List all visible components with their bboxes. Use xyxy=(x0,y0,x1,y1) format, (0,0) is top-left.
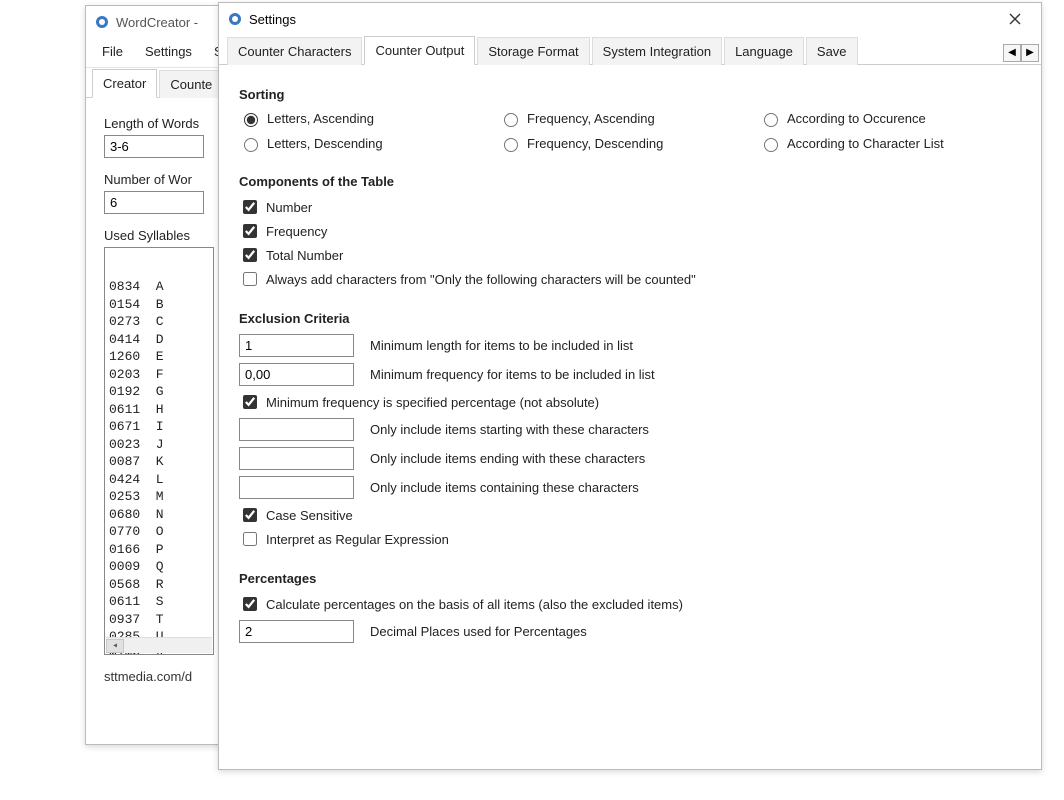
sort-label: Letters, Ascending xyxy=(267,111,374,126)
syllable-line: 0192 G xyxy=(105,383,213,401)
min-freq-input[interactable] xyxy=(239,363,354,386)
syllable-line: 0203 F xyxy=(105,366,213,384)
check-always-add[interactable]: Always add characters from "Only the fol… xyxy=(239,269,1021,289)
tab-counter-characters[interactable]: Counter Characters xyxy=(227,37,362,65)
checkbox-regex[interactable] xyxy=(243,532,257,546)
check-regex[interactable]: Interpret as Regular Expression xyxy=(239,529,1021,549)
tab-nav-left[interactable]: ◀ xyxy=(1003,44,1021,62)
sort-radio[interactable] xyxy=(244,113,258,127)
syllable-line: 0770 O xyxy=(105,523,213,541)
start-chars-input[interactable] xyxy=(239,418,354,441)
check-case-sensitive[interactable]: Case Sensitive xyxy=(239,505,1021,525)
settings-title: Settings xyxy=(249,12,296,27)
contain-chars-input[interactable] xyxy=(239,476,354,499)
sort-radio[interactable] xyxy=(504,138,518,152)
tab-creator[interactable]: Creator xyxy=(92,69,157,98)
sort-label: Frequency, Ascending xyxy=(527,111,655,126)
close-button[interactable] xyxy=(997,7,1033,31)
scroll-left-icon[interactable]: ◂ xyxy=(106,639,124,653)
syllable-line: 0414 D xyxy=(105,331,213,349)
check-min-freq-pct[interactable]: Minimum frequency is specified percentag… xyxy=(239,392,1021,412)
checkbox-number[interactable] xyxy=(243,200,257,214)
settings-app-icon xyxy=(227,11,243,27)
sort-radio[interactable] xyxy=(764,113,778,127)
sort-option[interactable]: According to Character List xyxy=(759,135,1019,152)
tab-nav-right[interactable]: ▶ xyxy=(1021,44,1039,62)
tab-counter[interactable]: Counte xyxy=(159,70,223,98)
syllable-line: 0937 T xyxy=(105,611,213,629)
components-head: Components of the Table xyxy=(239,174,1021,189)
number-input[interactable] xyxy=(104,191,204,214)
syllable-line: 0009 Q xyxy=(105,558,213,576)
contain-chars-label: Only include items containing these char… xyxy=(370,480,639,495)
sort-label: According to Character List xyxy=(787,136,944,151)
syllables-list[interactable]: 0834 A0154 B0273 C0414 D1260 E0203 F0192… xyxy=(104,247,214,655)
sort-radio[interactable] xyxy=(504,113,518,127)
check-frequency[interactable]: Frequency xyxy=(239,221,1021,241)
syllable-line: 0424 L xyxy=(105,471,213,489)
tab-language[interactable]: Language xyxy=(724,37,804,65)
tab-save[interactable]: Save xyxy=(806,37,858,65)
syllable-line: 0611 S xyxy=(105,593,213,611)
length-input[interactable] xyxy=(104,135,204,158)
end-chars-input[interactable] xyxy=(239,447,354,470)
check-number[interactable]: Number xyxy=(239,197,1021,217)
sort-option[interactable]: According to Occurence xyxy=(759,110,1019,127)
window-title: WordCreator - xyxy=(116,15,198,30)
syllable-line: 0611 H xyxy=(105,401,213,419)
checkbox-always[interactable] xyxy=(243,272,257,286)
sort-radio[interactable] xyxy=(764,138,778,152)
check-total[interactable]: Total Number xyxy=(239,245,1021,265)
menu-settings[interactable]: Settings xyxy=(137,42,200,61)
syllable-line: 0834 A xyxy=(105,278,213,296)
syllable-line: 0568 R xyxy=(105,576,213,594)
app-icon xyxy=(94,14,110,30)
decimals-label: Decimal Places used for Percentages xyxy=(370,624,587,639)
sort-label: According to Occurence xyxy=(787,111,926,126)
syllable-line: 0087 K xyxy=(105,453,213,471)
checkbox-frequency[interactable] xyxy=(243,224,257,238)
syllable-line: 0253 M xyxy=(105,488,213,506)
min-length-label: Minimum length for items to be included … xyxy=(370,338,633,353)
syllable-line: 0023 J xyxy=(105,436,213,454)
decimals-input[interactable] xyxy=(239,620,354,643)
sort-label: Frequency, Descending xyxy=(527,136,663,151)
tab-system-integration[interactable]: System Integration xyxy=(592,37,722,65)
syllable-line: 0671 I xyxy=(105,418,213,436)
sort-option[interactable]: Frequency, Descending xyxy=(499,135,759,152)
percentages-head: Percentages xyxy=(239,571,1021,586)
syllable-line: 0680 N xyxy=(105,506,213,524)
end-chars-label: Only include items ending with these cha… xyxy=(370,451,645,466)
min-length-input[interactable] xyxy=(239,334,354,357)
h-scrollbar[interactable]: ◂ xyxy=(106,637,212,653)
sort-label: Letters, Descending xyxy=(267,136,383,151)
menu-file[interactable]: File xyxy=(94,42,131,61)
start-chars-label: Only include items starting with these c… xyxy=(370,422,649,437)
sort-option[interactable]: Frequency, Ascending xyxy=(499,110,759,127)
syllable-line: 0154 B xyxy=(105,296,213,314)
sort-option[interactable]: Letters, Ascending xyxy=(239,110,499,127)
syllable-line: 0166 P xyxy=(105,541,213,559)
tab-storage-format[interactable]: Storage Format xyxy=(477,37,589,65)
tab-counter-output[interactable]: Counter Output xyxy=(364,36,475,65)
checkbox-case-sensitive[interactable] xyxy=(243,508,257,522)
checkbox-total[interactable] xyxy=(243,248,257,262)
syllable-line: 1260 E xyxy=(105,348,213,366)
sort-option[interactable]: Letters, Descending xyxy=(239,135,499,152)
check-calc-all[interactable]: Calculate percentages on the basis of al… xyxy=(239,594,1021,614)
exclusion-head: Exclusion Criteria xyxy=(239,311,1021,326)
min-freq-label: Minimum frequency for items to be includ… xyxy=(370,367,655,382)
checkbox-min-freq-pct[interactable] xyxy=(243,395,257,409)
checkbox-calc-all[interactable] xyxy=(243,597,257,611)
syllable-line: 0273 C xyxy=(105,313,213,331)
sort-radio[interactable] xyxy=(244,138,258,152)
sorting-head: Sorting xyxy=(239,87,1021,102)
